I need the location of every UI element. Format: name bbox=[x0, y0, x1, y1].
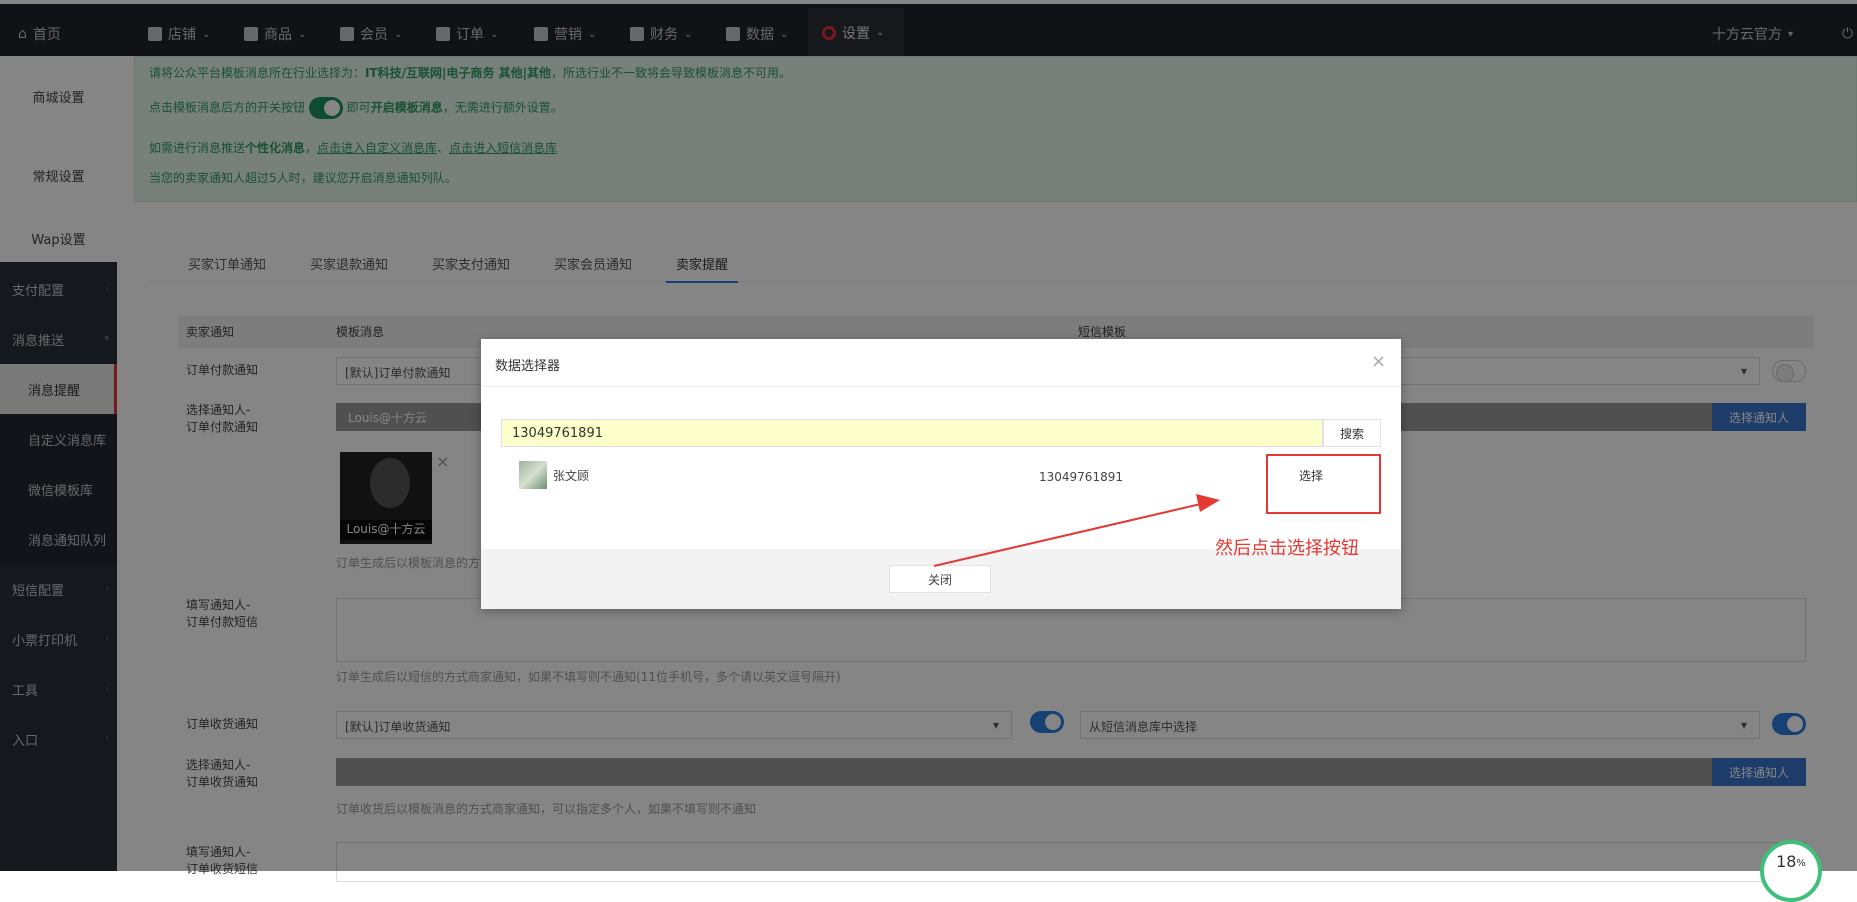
annotation-text: 然后点击选择按钮 bbox=[1215, 538, 1359, 559]
progress-indicator: 18% bbox=[1760, 840, 1822, 902]
annotation-arrow bbox=[933, 494, 1220, 567]
